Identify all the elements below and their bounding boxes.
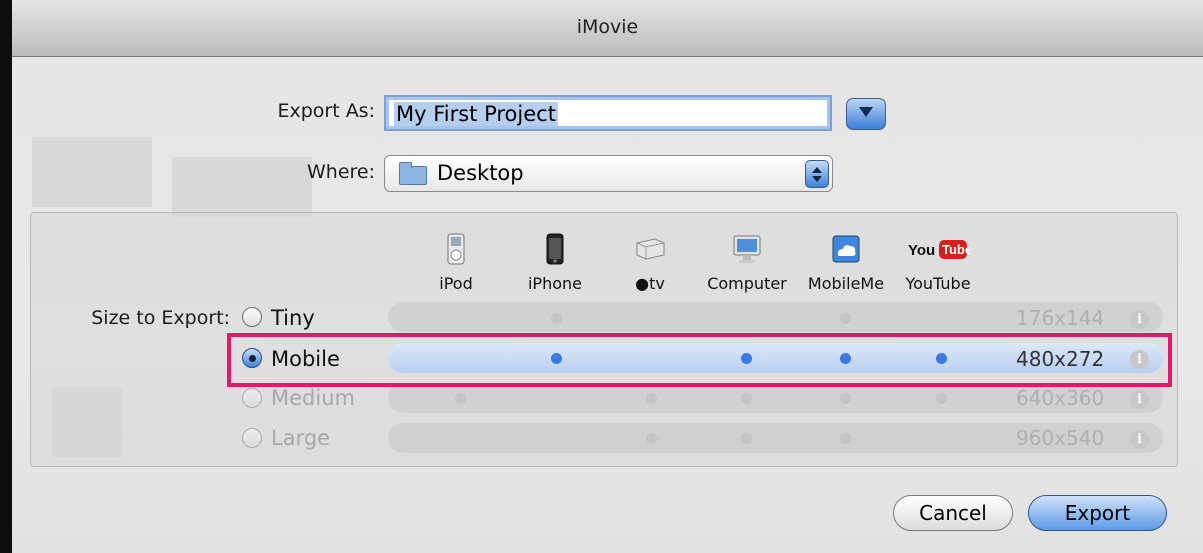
resolution-tiny: 176x144 — [1016, 306, 1105, 330]
export-dialog: iMovie Export As: My First Project Where… — [0, 0, 1203, 553]
compat-dot — [840, 313, 851, 324]
mobileme-icon — [832, 235, 860, 263]
export-as-value[interactable]: My First Project — [394, 102, 558, 126]
size-label-medium: Medium — [271, 386, 355, 410]
compat-dot — [840, 433, 851, 444]
apple-tv-icon — [636, 238, 665, 260]
compat-dot — [741, 433, 752, 444]
title-bar: iMovie — [12, 0, 1203, 57]
where-value: Desktop — [437, 161, 524, 185]
compat-dot — [551, 313, 562, 324]
svg-text:You: You — [908, 242, 935, 259]
popup-arrows-icon — [805, 160, 829, 188]
window-edge — [0, 0, 12, 553]
device-label: iPod — [439, 274, 473, 293]
background-ghost — [32, 137, 152, 207]
compat-dot — [840, 393, 851, 404]
compat-dot — [646, 393, 657, 404]
device-computer: Computer — [697, 233, 797, 293]
computer-icon — [733, 235, 761, 263]
size-to-export-label: Size to Export: — [91, 307, 230, 329]
export-as-field[interactable]: My First Project — [384, 95, 832, 131]
export-button[interactable]: Export — [1028, 495, 1167, 531]
device-iphone: iPhone — [505, 233, 605, 293]
info-icon[interactable]: i — [1130, 390, 1149, 409]
radio-medium — [242, 388, 262, 408]
compat-dot — [741, 393, 752, 404]
device-label: YouTube — [905, 274, 971, 293]
ipod-icon — [447, 233, 465, 265]
device-label: iPhone — [527, 274, 582, 293]
size-label-large: Large — [271, 426, 331, 450]
compat-dot — [646, 433, 657, 444]
device-label: MobileMe — [807, 274, 885, 293]
window-title: iMovie — [576, 16, 639, 38]
folder-icon — [399, 162, 427, 185]
export-as-label: Export As: — [277, 100, 375, 122]
where-popup[interactable]: Desktop — [384, 155, 833, 192]
compat-dot — [936, 393, 947, 404]
svg-text:Tube: Tube — [942, 242, 970, 257]
device-label: Computer — [707, 274, 787, 293]
resolution-large: 960x540 — [1016, 426, 1105, 450]
device-label: ●tv — [635, 274, 665, 293]
iphone-icon — [546, 233, 564, 265]
device-youtube: You Tube YouTube — [888, 233, 988, 293]
expand-dialog-button[interactable] — [846, 98, 886, 130]
cancel-button[interactable]: Cancel — [893, 495, 1013, 531]
info-icon[interactable]: i — [1130, 310, 1149, 329]
radio-tiny[interactable] — [242, 307, 262, 327]
radio-large — [242, 428, 262, 448]
resolution-medium: 640x360 — [1016, 386, 1105, 410]
info-icon[interactable]: i — [1130, 430, 1149, 449]
selection-highlight — [227, 333, 1172, 387]
size-label-tiny[interactable]: Tiny — [271, 306, 315, 330]
device-mobileme: MobileMe — [796, 233, 896, 293]
chevron-down-icon — [859, 107, 873, 117]
compat-dot — [455, 393, 466, 404]
device-ipod: iPod — [406, 233, 506, 293]
where-label: Where: — [306, 161, 375, 183]
youtube-icon: You Tube — [908, 240, 972, 259]
device-apple-tv: ●tv — [600, 233, 700, 293]
